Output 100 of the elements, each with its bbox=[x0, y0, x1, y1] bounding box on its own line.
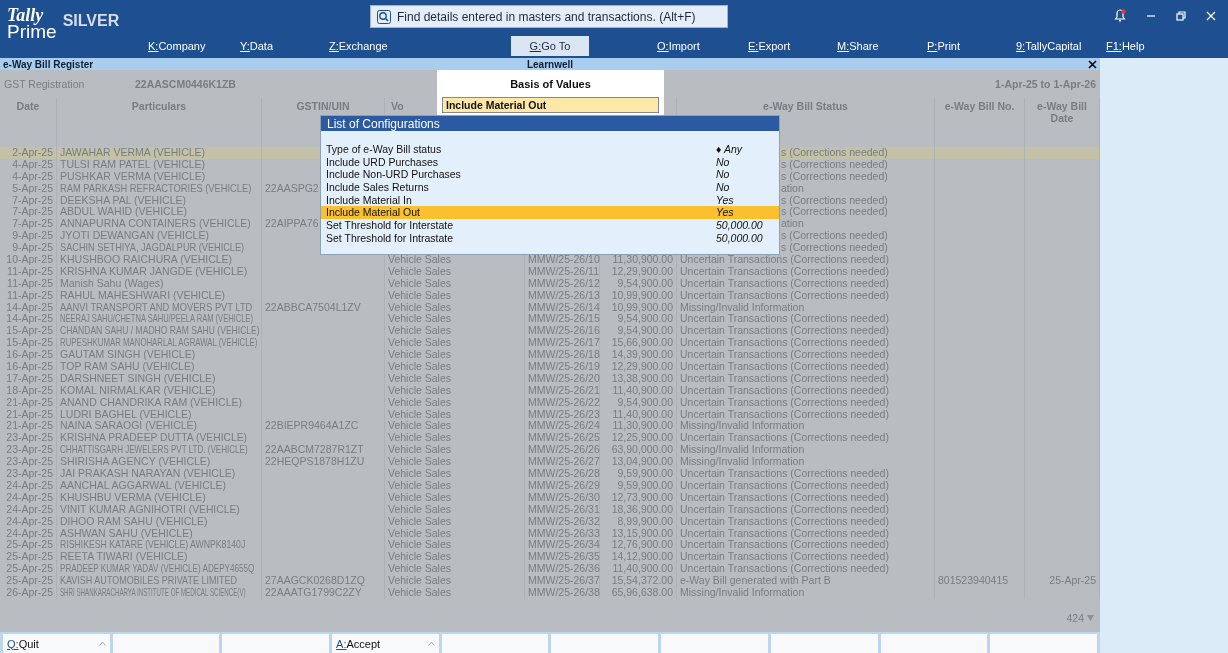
table-cell: 18-Apr-25 bbox=[6, 383, 53, 396]
table-cell: Uncertain Transactions (Corrections needed) bbox=[680, 336, 889, 349]
table-cell: 15,54,372.00 bbox=[611, 574, 673, 587]
configuration-value: Yes bbox=[716, 206, 735, 220]
configuration-value: No bbox=[716, 168, 731, 182]
table-cell: 23-Apr-25 bbox=[6, 431, 53, 444]
table-cell: JAWAHAR VERMA (VEHICLE) bbox=[60, 147, 206, 159]
table-cell: Uncertain Transactions (Corrections needed) bbox=[680, 478, 889, 491]
table-cell: Manish Sahu (Wages) bbox=[60, 277, 164, 290]
table-cell: NAINA SARAOGI (VEHICLE) bbox=[60, 420, 198, 433]
table-cell: Vehicle Sales bbox=[388, 348, 452, 361]
table-cell: 9,54,900.00 bbox=[617, 312, 673, 325]
table-cell: 14,12,900.00 bbox=[611, 550, 673, 563]
table-cell: 11,30,900.00 bbox=[612, 253, 673, 265]
table-cell: PRADEEP KUMAR YADAV (VEHICLE) ADEPY4655Q bbox=[60, 563, 255, 576]
table-cell: Vehicle Sales bbox=[388, 467, 452, 480]
table-cell: 25-Apr-25 bbox=[1049, 574, 1096, 587]
table-cell: Vehicle Sales bbox=[388, 514, 452, 527]
table-cell: 12,29,900.00 bbox=[611, 264, 673, 277]
table-cell: 24-Apr-25 bbox=[6, 502, 53, 515]
table-cell: 25-Apr-25 bbox=[6, 538, 53, 551]
table-cell: MMW/25-26/38 bbox=[528, 585, 600, 598]
table-cell: Uncertain Transactions (Corrections needed) bbox=[680, 383, 889, 396]
table-cell: 16-Apr-25 bbox=[6, 360, 53, 373]
table-cell: ation bbox=[781, 181, 804, 194]
table-cell: MMW/25-26/26 bbox=[528, 443, 600, 456]
table-cell: TULSI RAM PATEL (VEHICLE) bbox=[60, 158, 206, 171]
table-cell: MMW/25-26/14 bbox=[528, 300, 600, 313]
table-cell: 11-Apr-25 bbox=[7, 276, 53, 289]
table-cell: Vehicle Sales bbox=[388, 550, 452, 563]
table-cell: Vehicle Sales bbox=[388, 538, 452, 551]
table-cell: AANVI TRANSPORT AND MOVERS PVT LTD bbox=[60, 301, 253, 314]
table-cell: Uncertain Transactions (Corrections needed) bbox=[680, 502, 889, 515]
table-cell: Uncertain Transactions (Corrections needed) bbox=[680, 288, 889, 301]
table-cell: REETA TIWARI (VEHICLE) bbox=[60, 551, 188, 564]
configuration-label: Set Threshold for Intrastate bbox=[326, 231, 455, 245]
table-cell: ANNAPURNA CONTAINERS (VEHICLE) bbox=[60, 218, 251, 231]
table-cell: Vehicle Sales bbox=[388, 264, 452, 277]
table-cell: 25-Apr-25 bbox=[6, 562, 53, 575]
table-cell: s (Corrections needed) bbox=[781, 229, 888, 242]
table-cell: Vehicle Sales bbox=[388, 431, 452, 444]
table-cell: 21-Apr-25 bbox=[6, 395, 53, 408]
table-cell: CHANDAN SAHU / MADHO RAM SAHU (VEHICLE) bbox=[60, 325, 260, 338]
table-cell: AANCHAL AGGARWAL (VEHICLE) bbox=[60, 479, 227, 492]
table-cell: 22AABCM7287R1ZT bbox=[265, 443, 364, 456]
table-cell: 11-Apr-25 bbox=[7, 288, 53, 301]
table-cell: ANAND CHANDRIKA RAM (VEHICLE) bbox=[60, 396, 243, 409]
table-cell: MMW/25-26/24 bbox=[528, 419, 600, 432]
logo-text: Tally bbox=[7, 5, 44, 25]
table-cell: 14-Apr-25 bbox=[6, 300, 53, 313]
table-cell: Vehicle Sales bbox=[388, 360, 452, 373]
table-cell: MMW/25-26/32 bbox=[528, 514, 600, 527]
table-cell: Vehicle Sales bbox=[388, 253, 452, 265]
table-cell: 12,73,900.00 bbox=[611, 490, 673, 503]
table-cell: Vehicle Sales bbox=[388, 490, 452, 503]
table-cell: Vehicle Sales bbox=[388, 478, 452, 491]
table-cell: 65,96,638.00 bbox=[611, 585, 673, 598]
configuration-label: Set Threshold for Interstate bbox=[326, 219, 455, 232]
column-header: e-Way Bill Status bbox=[763, 100, 848, 112]
table-cell: Vehicle Sales bbox=[388, 526, 452, 539]
table-cell: RAM PARKASH REFRACTORIES (VEHICLE) bbox=[60, 182, 252, 195]
table-cell: 18,36,900.00 bbox=[611, 502, 673, 515]
table-cell: 27AAGCK0268D1ZQ bbox=[265, 574, 365, 587]
table-cell: MMW/25-26/28 bbox=[528, 467, 600, 480]
table-cell: 15-Apr-25 bbox=[6, 336, 53, 349]
table-cell: 9-Apr-25 bbox=[12, 241, 53, 254]
table-cell: Uncertain Transactions (Corrections needed) bbox=[680, 407, 889, 420]
table-cell: 26-Apr-25 bbox=[6, 585, 53, 598]
table-cell: 801523940415 bbox=[938, 574, 1009, 587]
table-cell: 2-Apr-25 bbox=[12, 146, 53, 158]
table-cell: MMW/25-26/20 bbox=[528, 371, 600, 384]
table-cell: Uncertain Transactions (Corrections needed) bbox=[680, 514, 889, 527]
table-cell: CHHATTISGARH JEWELERS PVT LTD. (VEHICLE) bbox=[60, 444, 248, 457]
configuration-value: ♦ Any bbox=[716, 143, 744, 156]
table-cell: 14-Apr-25 bbox=[6, 312, 53, 325]
configuration-label: Include Material Out bbox=[326, 206, 421, 220]
table-cell: 9,54,900.00 bbox=[617, 276, 673, 289]
table-cell: Vehicle Sales bbox=[388, 312, 452, 325]
table-cell: MMW/25-26/34 bbox=[528, 538, 600, 551]
table-cell: 21-Apr-25 bbox=[6, 407, 53, 420]
table-cell: Uncertain Transactions (Corrections needed) bbox=[680, 490, 889, 503]
table-cell: MMW/25-26/36 bbox=[528, 562, 600, 575]
table-cell: RUPESHKUMAR MANOHARLAL AGRAWAL (VEHICLE) bbox=[60, 337, 258, 350]
table-cell: Vehicle Sales bbox=[388, 324, 452, 337]
table-cell: 22AIPPA76 bbox=[265, 217, 319, 230]
table-cell: KOMAL NIRMALKAR (VEHICLE) bbox=[60, 384, 216, 397]
table-cell: 12,29,900.00 bbox=[611, 360, 673, 373]
table-cell: MMW/25-26/22 bbox=[528, 395, 600, 408]
table-cell: 9,59,900.00 bbox=[617, 467, 673, 480]
column-header: Vo bbox=[391, 100, 404, 112]
table-cell: 10-Apr-25 bbox=[6, 253, 53, 265]
table-cell: MMW/25-26/35 bbox=[528, 550, 600, 563]
table-cell: 12,25,900.00 bbox=[611, 431, 673, 444]
table-cell: MMW/25-26/31 bbox=[528, 502, 600, 515]
table-cell: DEEKSHA PAL (VEHICLE) bbox=[60, 194, 187, 207]
table-cell: Uncertain Transactions (Corrections needed) bbox=[680, 395, 889, 408]
table-cell: 9,54,900.00 bbox=[617, 324, 673, 337]
table-cell: TOP RAM SAHU (VEHICLE) bbox=[60, 361, 195, 373]
table-cell: 10,99,900.00 bbox=[611, 300, 673, 313]
table-cell: 22BIEPR9464A1ZC bbox=[265, 419, 359, 432]
